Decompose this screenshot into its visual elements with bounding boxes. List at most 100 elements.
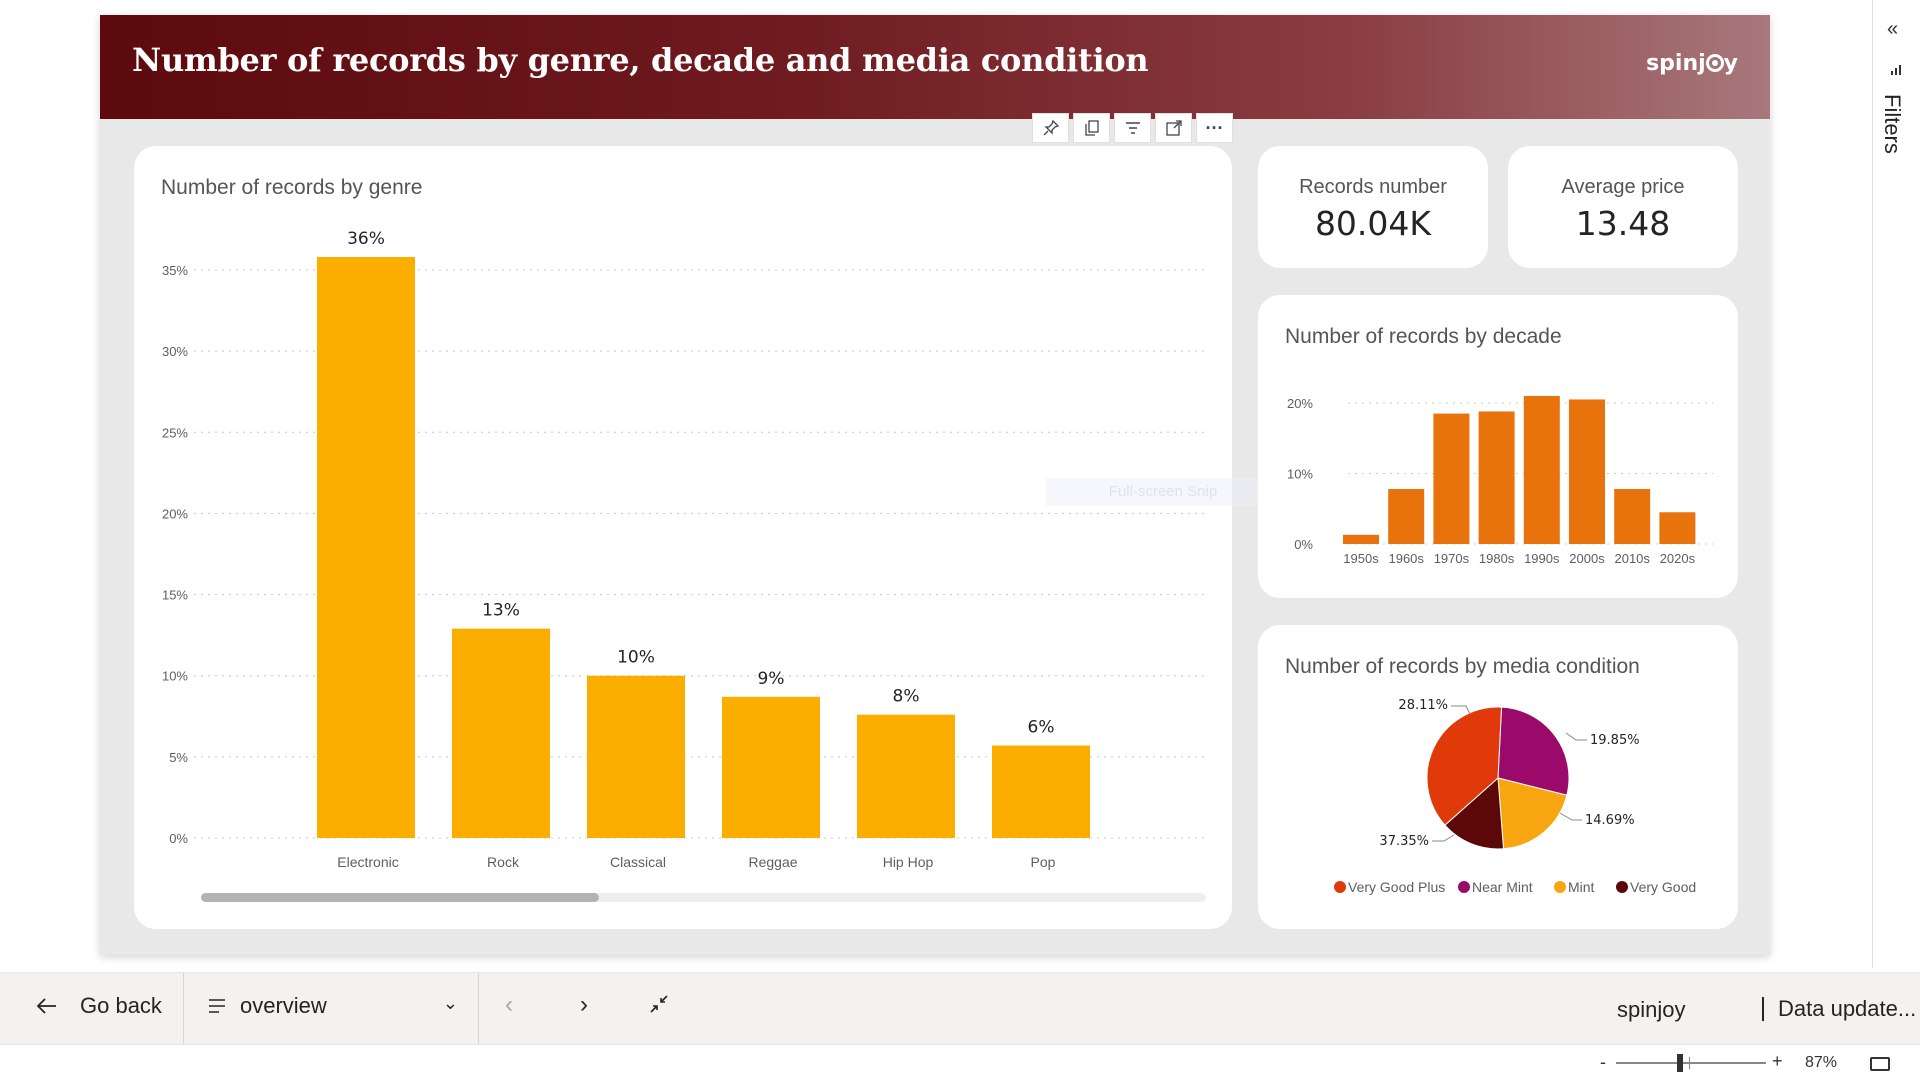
pie-leader-line [1451,705,1471,715]
media-pie-chart: 37.35% 28.11% 19.85% 14.69% Very Good Plus Ne… [1334,698,1696,895]
decade-category-label: 2010s [1614,551,1650,566]
more-options-icon[interactable]: ··· [1196,113,1233,143]
decade-category-label: 1990s [1524,551,1560,566]
decade-bar [1523,395,1560,544]
genre-category-label: Pop [1031,854,1056,870]
legend-marker [1334,881,1346,893]
snip-overlay: Full-screen Snip [1046,478,1280,506]
genre-ytick-label: 25% [162,425,188,440]
go-back-button[interactable]: Go back [36,993,162,1019]
decade-bar [1569,399,1605,544]
genre-category-label: Rock [487,854,520,870]
zoom-in-button[interactable]: + [1772,1051,1783,1072]
chevron-down-icon: ⌄ [442,993,458,1013]
legend-label: Very Good Plus [1348,879,1445,895]
genre-ytick-label: 20% [162,506,188,521]
genre-ytick-label: 15% [162,588,188,603]
genre-bar [722,696,820,838]
copy-icon[interactable] [1073,113,1110,143]
decade-category-label: 1980s [1479,551,1515,566]
genre-scrollbar-thumb[interactable] [201,893,599,902]
genre-bar [992,745,1090,838]
genre-category-label: Hip Hop [883,854,934,870]
genre-ytick-label: 0% [169,831,188,846]
collapse-filters-icon[interactable]: « [1887,18,1898,41]
brand-logo: spinj y [1646,51,1738,76]
arrow-left-icon [36,998,56,1014]
bottom-navigation-bar: Go back overview ⌄ ‹ › spinjoy Data upda… [0,972,1920,1045]
next-page-button[interactable]: › [580,991,588,1019]
average-price-label: Average price [1561,176,1685,198]
zoom-slider[interactable] [1616,1062,1766,1064]
genre-category-label: Reggae [748,854,797,870]
pie-data-label: 37.35% [1379,834,1429,849]
decade-bar-chart: 0% 10% 20% 1950s 1960s 1970s 1980s 1990s 2000s 20… [1287,395,1713,566]
go-back-label: Go back [80,993,162,1018]
zoom-out-button[interactable]: - [1600,1052,1606,1073]
records-number-value: 80.04K [1314,204,1432,243]
page-selector[interactable]: overview ⌄ [208,993,458,1019]
genre-ytick-label: 35% [162,263,188,278]
decade-bar [1478,411,1515,544]
decade-category-label: 2020s [1660,551,1696,566]
decade-bar [1659,512,1696,544]
genre-category-label: Electronic [337,854,398,870]
filter-icon[interactable] [1114,113,1151,143]
genre-data-label: 8% [893,687,920,707]
pie-data-label: 14.69% [1585,813,1635,828]
organization-name: spinjoy [1617,997,1686,1022]
pie-leader-line [1432,834,1455,842]
pie-data-label: 19.85% [1590,733,1640,748]
decade-bar [1388,489,1425,544]
decade-bar [1614,489,1651,544]
decade-ytick-label: 0% [1294,537,1313,552]
average-price-card[interactable]: Average price 13.48 [1508,146,1738,268]
genre-ytick-label: 10% [162,669,188,684]
decade-ytick-label: 20% [1287,396,1313,411]
focus-mode-icon[interactable] [1155,113,1192,143]
genre-data-label: 6% [1028,717,1055,737]
genre-ytick-label: 30% [162,344,188,359]
genre-bar [317,257,415,838]
pie-leader-line [1559,812,1582,821]
report-title: Number of records by genre, decade and m… [132,41,1149,79]
average-price-value: 13.48 [1575,204,1671,243]
records-number-label: Records number [1299,176,1447,198]
legend-marker [1554,881,1566,893]
filter-pane-icon [1891,62,1903,78]
legend-label: Very Good [1630,879,1696,895]
genre-data-label: 9% [758,669,785,689]
filters-label[interactable]: Filters [1879,94,1905,154]
status-bar: - + 87% [0,1044,1920,1080]
decade-chart-card[interactable]: Number of records by decade 0% 10% 20% 1950… [1258,295,1738,598]
decade-category-label: 1960s [1388,551,1424,566]
pin-icon[interactable] [1032,113,1069,143]
zoom-level: 87% [1805,1054,1838,1071]
nav-divider [478,973,479,1045]
page-list-icon [209,999,225,1013]
genre-chart-card[interactable]: Number of records by genre 0% 5% 10% 15% 20%… [134,146,1280,929]
exit-full-screen-icon[interactable] [648,993,670,1021]
legend-marker [1616,881,1628,893]
legend-marker [1458,881,1470,893]
filters-pane[interactable]: « Filters [1872,0,1920,968]
media-condition-card[interactable]: Number of records by media condition 37.… [1258,625,1738,929]
genre-bar [587,675,685,838]
genre-bar-chart: 0% 5% 10% 15% 20% 25% 30% 35% 36% Electronic 13% Ro… [162,229,1209,902]
page-selector-label: overview [240,993,327,1018]
zoom-slider-thumb[interactable] [1677,1054,1683,1072]
pie-data-label: 28.11% [1398,698,1448,713]
nav-divider [183,973,184,1045]
previous-page-button[interactable]: ‹ [505,991,513,1019]
genre-data-label: 36% [347,229,385,249]
data-update-status[interactable]: Data update... [1762,997,1916,1021]
fit-to-page-icon[interactable] [1870,1057,1890,1071]
decade-category-label: 1950s [1343,551,1379,566]
report-header: Number of records by genre, decade and m… [100,15,1770,119]
genre-category-label: Classical [610,854,666,870]
decade-category-label: 2000s [1569,551,1605,566]
legend-label: Near Mint [1472,879,1533,895]
records-number-card[interactable]: Records number 80.04K [1258,146,1488,268]
genre-bar [857,714,955,838]
pie-leader-line [1565,732,1587,741]
